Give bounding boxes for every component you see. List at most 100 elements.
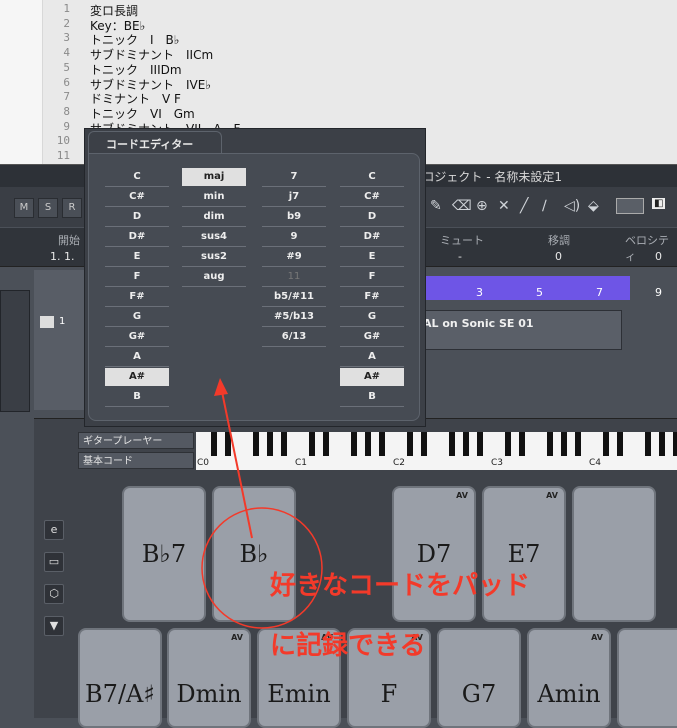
speech-bubble-icon[interactable]: ▭ bbox=[44, 552, 64, 572]
tension-item[interactable]: b5/#11 bbox=[262, 288, 326, 307]
bass-note-item[interactable]: C# bbox=[340, 188, 404, 207]
chord-pad[interactable]: Dmin AV bbox=[167, 628, 251, 728]
chord-pad[interactable]: B♭7 bbox=[122, 486, 206, 622]
zoom-tool-icon[interactable]: ⊕ bbox=[476, 198, 488, 214]
pad-chord-label: Amin bbox=[537, 680, 601, 708]
black-key[interactable] bbox=[351, 432, 357, 456]
chevron-down-icon[interactable]: ▼ bbox=[44, 616, 64, 636]
bass-note-item[interactable]: F# bbox=[340, 288, 404, 307]
cube-icon[interactable]: ⬡ bbox=[44, 584, 64, 604]
chord-pad[interactable]: B7/A♯ bbox=[78, 628, 162, 728]
black-key[interactable] bbox=[673, 432, 677, 456]
piano-keyboard[interactable]: C0 C1 C2 C3 C4 bbox=[196, 432, 677, 470]
root-note-item[interactable]: C bbox=[105, 168, 169, 187]
tension-item[interactable]: 9 bbox=[262, 228, 326, 247]
player-dropdown[interactable]: ギタープレーヤー bbox=[78, 432, 194, 449]
info-velocity-value[interactable]: 0 bbox=[655, 250, 662, 263]
chord-type-item[interactable]: sus2 bbox=[182, 248, 246, 267]
chord-type-item[interactable]: min bbox=[182, 188, 246, 207]
pencil-tool-icon[interactable]: ✎ bbox=[430, 198, 442, 214]
chord-pad[interactable] bbox=[617, 628, 677, 728]
bass-note-item[interactable]: E bbox=[340, 248, 404, 267]
root-note-item[interactable]: F# bbox=[105, 288, 169, 307]
eraser-tool-icon[interactable]: ⌫ bbox=[452, 198, 472, 214]
black-key[interactable] bbox=[253, 432, 259, 456]
root-note-item[interactable]: A bbox=[105, 348, 169, 367]
draw-tool-icon[interactable]: ╱ bbox=[520, 198, 528, 214]
track-header[interactable]: 1 bbox=[34, 270, 84, 410]
tension-item[interactable]: j7 bbox=[262, 188, 326, 207]
tension-item[interactable]: 11 bbox=[262, 268, 326, 287]
black-key[interactable] bbox=[407, 432, 413, 456]
black-key[interactable] bbox=[477, 432, 483, 456]
bass-note-item[interactable]: C bbox=[340, 168, 404, 187]
chord-type-item[interactable]: maj bbox=[182, 168, 246, 186]
black-key[interactable] bbox=[225, 432, 231, 456]
bass-note-item[interactable]: G# bbox=[340, 328, 404, 347]
root-note-item[interactable]: E bbox=[105, 248, 169, 267]
info-start-value[interactable]: 1. 1. bbox=[50, 250, 75, 263]
line-tool-icon[interactable]: ∕ bbox=[542, 198, 547, 214]
color-swatch[interactable] bbox=[616, 198, 644, 214]
bass-note-item[interactable]: D bbox=[340, 208, 404, 227]
panel-toggle-icon[interactable]: ◧ bbox=[652, 198, 666, 209]
black-key[interactable] bbox=[365, 432, 371, 456]
chord-type-item[interactable]: dim bbox=[182, 208, 246, 227]
chord-type-item[interactable]: aug bbox=[182, 268, 246, 287]
black-key[interactable] bbox=[421, 432, 427, 456]
root-note-item[interactable]: D# bbox=[105, 228, 169, 247]
root-note-item[interactable]: F bbox=[105, 268, 169, 287]
root-note-item[interactable]: C# bbox=[105, 188, 169, 207]
black-key[interactable] bbox=[561, 432, 567, 456]
black-key[interactable] bbox=[659, 432, 665, 456]
black-key[interactable] bbox=[505, 432, 511, 456]
ruler[interactable]: 3 5 7 bbox=[418, 276, 630, 300]
tension-item[interactable]: 7 bbox=[262, 168, 326, 187]
chord-pad[interactable] bbox=[572, 486, 656, 622]
black-key[interactable] bbox=[547, 432, 553, 456]
black-key[interactable] bbox=[323, 432, 329, 456]
read-button[interactable]: R bbox=[62, 198, 82, 218]
black-key[interactable] bbox=[603, 432, 609, 456]
chord-type-item[interactable]: sus4 bbox=[182, 228, 246, 247]
root-note-item[interactable]: G bbox=[105, 308, 169, 327]
black-key[interactable] bbox=[519, 432, 525, 456]
black-key[interactable] bbox=[379, 432, 385, 456]
black-key[interactable] bbox=[463, 432, 469, 456]
bass-note-item[interactable]: B bbox=[340, 388, 404, 407]
black-key[interactable] bbox=[267, 432, 273, 456]
bass-note-item[interactable]: D# bbox=[340, 228, 404, 247]
info-mute-value[interactable]: - bbox=[458, 250, 462, 263]
black-key[interactable] bbox=[449, 432, 455, 456]
mute-tool-icon[interactable]: ✕ bbox=[498, 198, 510, 214]
bass-note-item[interactable]: F bbox=[340, 268, 404, 287]
chord-event[interactable] bbox=[418, 310, 622, 350]
solo-button[interactable]: S bbox=[38, 198, 58, 218]
root-note-item[interactable]: G# bbox=[105, 328, 169, 347]
tension-item[interactable]: b9 bbox=[262, 208, 326, 227]
tension-item[interactable]: 6/13 bbox=[262, 328, 326, 347]
tension-item[interactable]: #9 bbox=[262, 248, 326, 267]
black-key[interactable] bbox=[211, 432, 217, 456]
root-note-item[interactable]: D bbox=[105, 208, 169, 227]
black-key[interactable] bbox=[281, 432, 287, 456]
mute-button[interactable]: M bbox=[14, 198, 34, 218]
chord-pad[interactable]: G7 bbox=[437, 628, 521, 728]
preset-dropdown[interactable]: 基本コード bbox=[78, 452, 194, 469]
speaker-tool-icon[interactable]: ◁) bbox=[564, 198, 580, 214]
root-note-item[interactable]: B bbox=[105, 388, 169, 407]
black-key[interactable] bbox=[617, 432, 623, 456]
tension-item[interactable]: #5/b13 bbox=[262, 308, 326, 327]
bass-note-item[interactable]: G bbox=[340, 308, 404, 327]
bass-note-item[interactable]: A# bbox=[340, 368, 404, 386]
black-key[interactable] bbox=[645, 432, 651, 456]
root-note-item[interactable]: A# bbox=[105, 368, 169, 386]
color-tool-icon[interactable]: ⬙ bbox=[588, 198, 599, 214]
edit-icon[interactable]: e bbox=[44, 520, 64, 540]
bass-note-item[interactable]: A bbox=[340, 348, 404, 367]
pad-av-badge: AV bbox=[591, 633, 603, 642]
info-transpose-value[interactable]: 0 bbox=[555, 250, 562, 263]
black-key[interactable] bbox=[309, 432, 315, 456]
black-key[interactable] bbox=[575, 432, 581, 456]
chord-pad[interactable]: Amin AV bbox=[527, 628, 611, 728]
